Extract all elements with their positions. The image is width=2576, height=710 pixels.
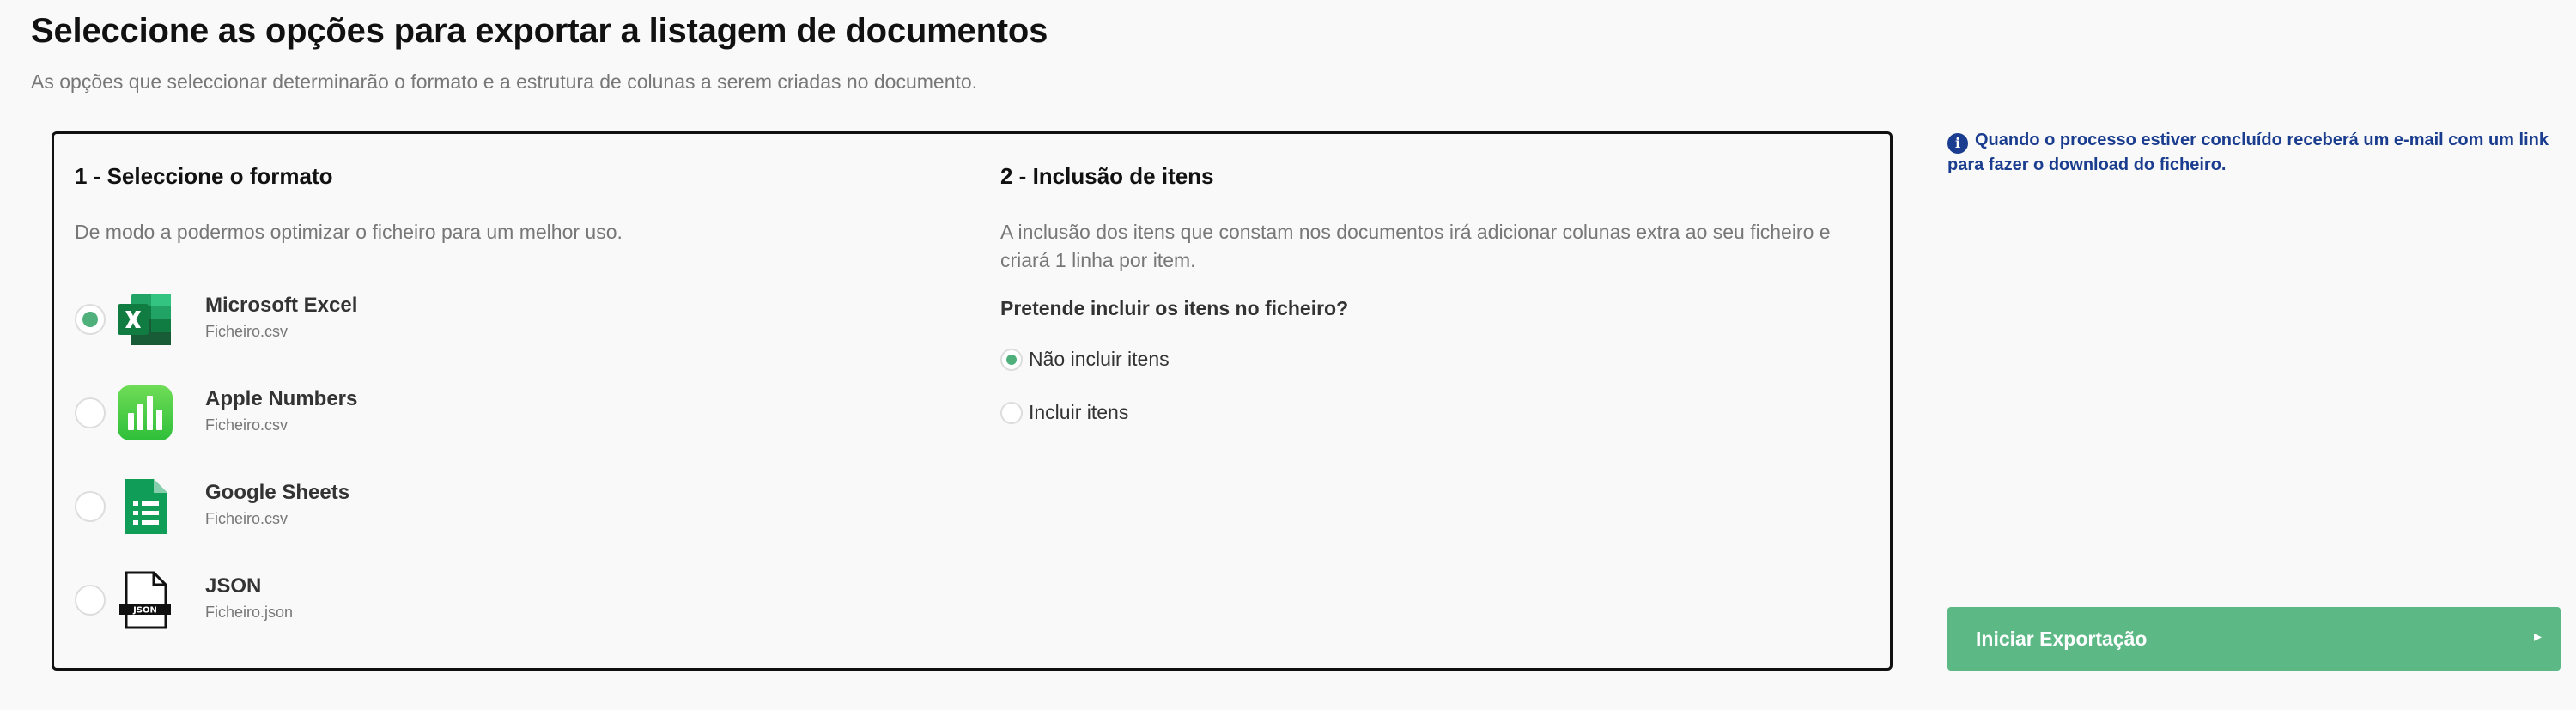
page-title: Seleccione as opções para exportar a lis… — [31, 12, 1048, 50]
format-option-google-sheets[interactable]: Google Sheets Ficheiro.csv — [75, 479, 590, 548]
export-options-panel: 1 - Seleccione o formato De modo a poder… — [52, 131, 1893, 671]
format-option-json[interactable]: JSON JSON Ficheiro.json — [75, 571, 590, 641]
format-option-excel[interactable]: Microsoft Excel Ficheiro.csv — [75, 292, 590, 361]
format-filename: Ficheiro.csv — [205, 416, 289, 434]
format-filename: Ficheiro.json — [205, 604, 294, 621]
format-name: Microsoft Excel — [205, 294, 358, 317]
format-name: Apple Numbers — [205, 387, 358, 410]
option-include-items[interactable]: Incluir itens — [1000, 398, 1344, 429]
format-section-description: De modo a podermos optimizar o ficheiro … — [75, 221, 623, 243]
info-icon: i — [1947, 133, 1968, 154]
radio-no-items[interactable] — [1000, 349, 1023, 371]
format-name: Google Sheets — [205, 481, 350, 504]
format-radio-excel[interactable] — [75, 304, 106, 335]
chevron-right-icon: ▸ — [2533, 628, 2542, 645]
option-no-items[interactable]: Não incluir itens — [1000, 345, 1344, 376]
page-subtitle: As opções que seleccionar determinarão o… — [31, 70, 978, 93]
format-section-title: 1 - Seleccione o formato — [75, 163, 333, 189]
format-radio-google-sheets[interactable] — [75, 491, 106, 522]
svg-text:JSON: JSON — [132, 606, 157, 616]
items-section-title: 2 - Inclusão de itens — [1000, 163, 1214, 189]
radio-include-items[interactable] — [1000, 402, 1023, 424]
sheets-icon — [116, 477, 174, 536]
start-export-button[interactable]: Iniciar Exportação ▸ — [1947, 607, 2561, 671]
info-notice: i Quando o processo estiver concluído rec… — [1947, 129, 2549, 177]
format-name: JSON — [205, 574, 262, 598]
info-text: Quando o processo estiver concluído rece… — [1975, 130, 2549, 149]
include-items-question: Pretende incluir os itens no ficheiro? — [1000, 297, 1349, 319]
items-description-line: A inclusão dos itens que constam nos doc… — [1000, 221, 1831, 243]
excel-icon — [116, 290, 174, 349]
numbers-icon — [116, 384, 174, 442]
option-label: Não incluir itens — [1029, 348, 1170, 370]
format-filename: Ficheiro.csv — [205, 510, 289, 527]
items-description-line: criará 1 linha por item. — [1000, 249, 1196, 271]
format-filename: Ficheiro.csv — [205, 323, 289, 340]
option-label: Incluir itens — [1029, 401, 1129, 423]
info-text: para fazer o download do ficheiro. — [1947, 155, 2227, 174]
format-radio-json[interactable] — [75, 585, 106, 616]
json-file-icon: JSON — [116, 571, 174, 629]
format-radio-numbers[interactable] — [75, 397, 106, 428]
start-export-label: Iniciar Exportação — [1976, 628, 2148, 650]
items-section-description: A inclusão dos itens que constam nos doc… — [1000, 218, 1831, 275]
format-option-numbers[interactable]: Apple Numbers Ficheiro.csv — [75, 385, 590, 454]
